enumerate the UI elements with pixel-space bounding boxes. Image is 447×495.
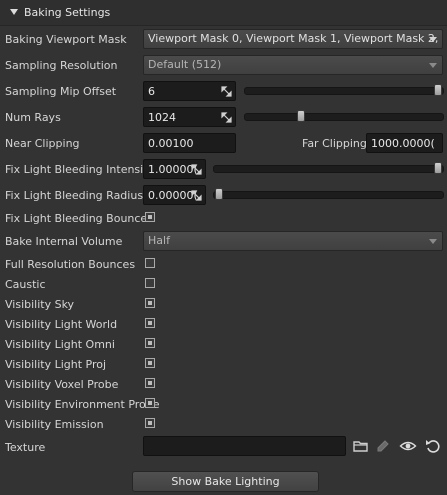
num-rays-value: 1024 — [148, 111, 176, 124]
viewport-mask-dropdown[interactable]: Viewport Mask 0, Viewport Mask 1, Viewpo… — [143, 29, 443, 49]
near-clipping-input[interactable]: 0.00100 — [143, 133, 236, 153]
fix-light-bleeding-bounce-checkbox[interactable] — [145, 212, 155, 222]
near-clipping-label: Near Clipping — [5, 137, 80, 150]
far-clipping-value: 1000.0000( — [371, 137, 435, 150]
texture-label: Texture — [5, 441, 46, 454]
visibility-sky-checkbox[interactable] — [145, 298, 155, 308]
full-resolution-bounces-checkbox[interactable] — [145, 258, 155, 268]
fix-light-bleeding-radius-slider-handle[interactable] — [215, 188, 223, 200]
bake-internal-volume-dropdown[interactable]: Half — [143, 231, 443, 251]
far-clipping-input[interactable]: 1000.0000( — [366, 133, 443, 153]
section-title: Baking Settings — [24, 6, 111, 19]
texture-field[interactable] — [143, 436, 346, 456]
chevron-down-icon — [429, 63, 437, 68]
near-clipping-value: 0.00100 — [148, 137, 194, 150]
visibility-emission-checkbox[interactable] — [145, 418, 155, 428]
visibility-voxel-probe-checkbox[interactable] — [145, 378, 155, 388]
visibility-sky-label: Visibility Sky — [5, 298, 75, 311]
full-resolution-bounces-label: Full Resolution Bounces — [5, 258, 136, 271]
visibility-environment-probe-label: Visibility Environment Probe — [5, 398, 160, 411]
sampling-resolution-dropdown[interactable]: Default (512) — [143, 55, 443, 75]
visibility-voxel-probe-label: Visibility Voxel Probe — [5, 378, 119, 391]
num-rays-label: Num Rays — [5, 111, 61, 124]
visibility-emission-label: Visibility Emission — [5, 418, 104, 431]
bake-internal-volume-value: Half — [148, 234, 170, 247]
fix-light-bleeding-intensity-label: Fix Light Bleeding Intensity — [5, 163, 155, 176]
eye-icon[interactable] — [399, 437, 417, 455]
fix-light-bleeding-bounce-label: Fix Light Bleeding Bounce — [5, 212, 148, 225]
sampling-mip-offset-slider-handle[interactable] — [434, 84, 442, 96]
bake-internal-volume-label: Bake Internal Volume — [5, 235, 123, 248]
sampling-mip-offset-label: Sampling Mip Offset — [5, 85, 117, 98]
drag-arrows-icon[interactable] — [221, 112, 232, 123]
chevron-down-icon — [429, 239, 437, 244]
drag-arrows-icon[interactable] — [191, 190, 202, 201]
viewport-mask-label: Baking Viewport Mask — [5, 33, 127, 46]
visibility-light-proj-checkbox[interactable] — [145, 358, 155, 368]
show-bake-lighting-button[interactable]: Show Bake Lighting — [132, 471, 319, 492]
far-clipping-label: Far Clipping — [302, 137, 367, 150]
visibility-light-omni-label: Visibility Light Omni — [5, 338, 115, 351]
caustic-checkbox[interactable] — [145, 278, 155, 288]
caustic-label: Caustic — [5, 278, 46, 291]
visibility-environment-probe-checkbox[interactable] — [145, 398, 155, 408]
num-rays-slider-track[interactable] — [244, 113, 444, 121]
fix-light-bleeding-radius-slider-track[interactable] — [213, 191, 444, 199]
folder-icon[interactable] — [352, 437, 370, 455]
sampling-mip-offset-input[interactable]: 6 — [143, 81, 236, 101]
chevron-down-icon — [429, 37, 437, 42]
visibility-light-omni-checkbox[interactable] — [145, 338, 155, 348]
fix-light-bleeding-radius-input[interactable]: 0.00000( — [143, 185, 206, 205]
drag-arrows-icon[interactable] — [221, 86, 232, 97]
fix-light-bleeding-intensity-input[interactable]: 1.00000( — [143, 159, 206, 179]
viewport-mask-value: Viewport Mask 0, Viewport Mask 1, Viewpo… — [148, 32, 443, 45]
visibility-light-world-checkbox[interactable] — [145, 318, 155, 328]
collapse-triangle-icon[interactable] — [10, 9, 18, 15]
sampling-mip-offset-slider-track[interactable] — [244, 87, 444, 95]
fix-light-bleeding-intensity-slider-track[interactable] — [213, 165, 444, 173]
fix-light-bleeding-intensity-slider-handle[interactable] — [434, 162, 442, 174]
num-rays-slider-handle[interactable] — [296, 110, 305, 122]
num-rays-input[interactable]: 1024 — [143, 107, 236, 127]
sampling-resolution-value: Default (512) — [148, 58, 222, 71]
reset-icon[interactable] — [424, 437, 442, 455]
fix-light-bleeding-radius-label: Fix Light Bleeding Radius — [5, 189, 144, 202]
visibility-light-world-label: Visibility Light World — [5, 318, 118, 331]
pencil-edit-icon — [377, 440, 389, 452]
section-header-baking-settings[interactable]: Baking Settings — [0, 0, 447, 26]
drag-arrows-icon[interactable] — [191, 164, 202, 175]
visibility-light-proj-label: Visibility Light Proj — [5, 358, 107, 371]
sampling-resolution-label: Sampling Resolution — [5, 59, 118, 72]
sampling-mip-offset-value: 6 — [148, 85, 155, 98]
